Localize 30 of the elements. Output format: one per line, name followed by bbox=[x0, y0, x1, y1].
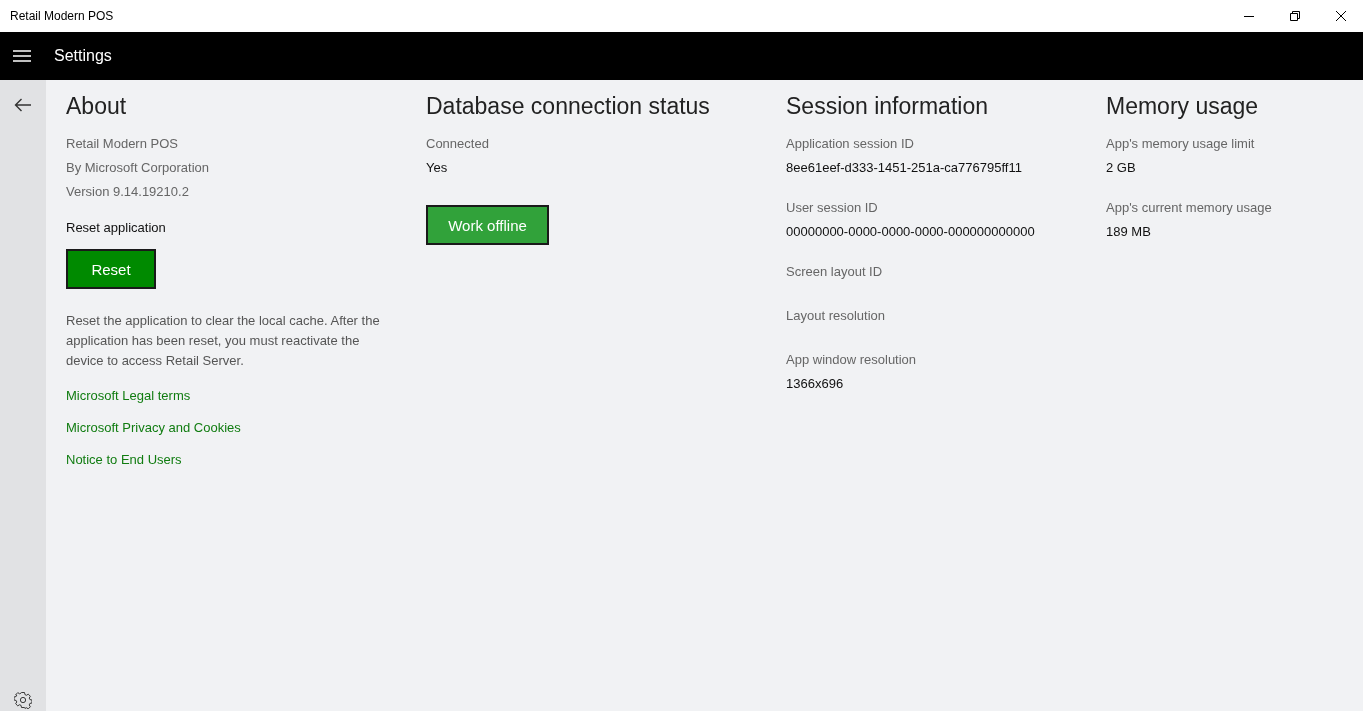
field-label: Application session ID bbox=[786, 135, 915, 153]
description-text: Reset the application to clear the local cache. After the application has been reset, you must reactivate the device to access Retail Server. bbox=[66, 312, 381, 370]
info-text: By Microsoft Corporation bbox=[66, 159, 210, 177]
info-text: Retail Modern POS bbox=[66, 135, 178, 153]
field-value: 2 GB bbox=[1106, 159, 1137, 177]
field-value: 8ee61eef-d333-1451-251a-ca776795ff11 bbox=[786, 159, 1022, 177]
field-value: 00000000-0000-0000-0000-000000000000 bbox=[786, 223, 1035, 241]
setting-label: Reset application bbox=[66, 219, 166, 237]
field-value: Yes bbox=[426, 159, 449, 177]
link[interactable]: Microsoft Legal terms bbox=[66, 385, 191, 407]
field-label: App's current memory usage bbox=[1106, 199, 1272, 217]
section-heading: Session information bbox=[786, 92, 988, 120]
info-text: Version 9.14.19210.2 bbox=[66, 183, 189, 201]
page-title: Settings bbox=[54, 47, 112, 65]
field-label: App's memory usage limit bbox=[1106, 135, 1255, 153]
field-value: 189 MB bbox=[1106, 223, 1152, 241]
link[interactable]: Microsoft Privacy and Cookies bbox=[66, 417, 241, 439]
action-button[interactable]: Reset bbox=[66, 249, 156, 289]
field-label: User session ID bbox=[786, 199, 879, 217]
section-heading: Database connection status bbox=[426, 92, 710, 120]
field-value: 1366x696 bbox=[786, 375, 845, 393]
window-title: Retail Modern POS bbox=[9, 9, 114, 23]
section-heading: Memory usage bbox=[1106, 92, 1259, 120]
field-label: App window resolution bbox=[786, 351, 917, 369]
field-label: Screen layout ID bbox=[786, 263, 883, 281]
field-label: Layout resolution bbox=[786, 307, 885, 325]
field-label: Connected bbox=[426, 135, 489, 153]
section-heading: About bbox=[66, 92, 127, 120]
action-button[interactable]: Work offline bbox=[426, 205, 549, 245]
link[interactable]: Notice to End Users bbox=[66, 449, 182, 471]
